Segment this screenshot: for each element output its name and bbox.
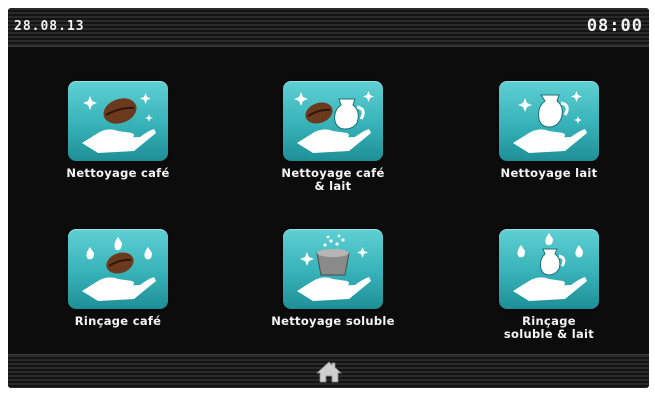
home-icon [315,361,343,383]
tile-label: Rinçage soluble & lait [503,314,595,341]
coffee-milk-clean-icon [283,81,383,161]
status-bar: 28.08.13 08:00 [8,8,649,47]
tile-nettoyage-cafe[interactable]: Nettoyage café [18,81,218,180]
milk-clean-icon [499,81,599,161]
tile-label: Nettoyage café & lait [281,166,385,193]
coffee-bean-clean-icon [68,81,168,161]
tile-label: Nettoyage lait [500,166,598,180]
tile-nettoyage-cafe-lait[interactable]: Nettoyage café & lait [233,81,433,193]
machine-screen: 28.08.13 08:00 Nettoyage café Nettoyage … [8,8,649,388]
time-display: 08:00 [586,16,643,36]
coffee-rinse-icon [68,229,168,309]
tile-label: Nettoyage café [66,166,170,180]
cleaning-menu-grid: Nettoyage café Nettoyage café & lait Net… [8,46,649,354]
tile-nettoyage-soluble[interactable]: Nettoyage soluble [233,229,433,328]
tile-label: Nettoyage soluble [271,314,395,328]
tile-nettoyage-lait[interactable]: Nettoyage lait [449,81,649,180]
bottom-nav-bar [8,354,649,388]
soluble-milk-rinse-icon [499,229,599,309]
tile-rincage-cafe[interactable]: Rinçage café [18,229,218,328]
date-display: 28.08.13 [14,19,85,34]
tile-label: Rinçage café [74,314,162,328]
soluble-clean-icon [283,229,383,309]
home-button[interactable] [314,359,344,385]
tile-rincage-soluble-lait[interactable]: Rinçage soluble & lait [449,229,649,341]
